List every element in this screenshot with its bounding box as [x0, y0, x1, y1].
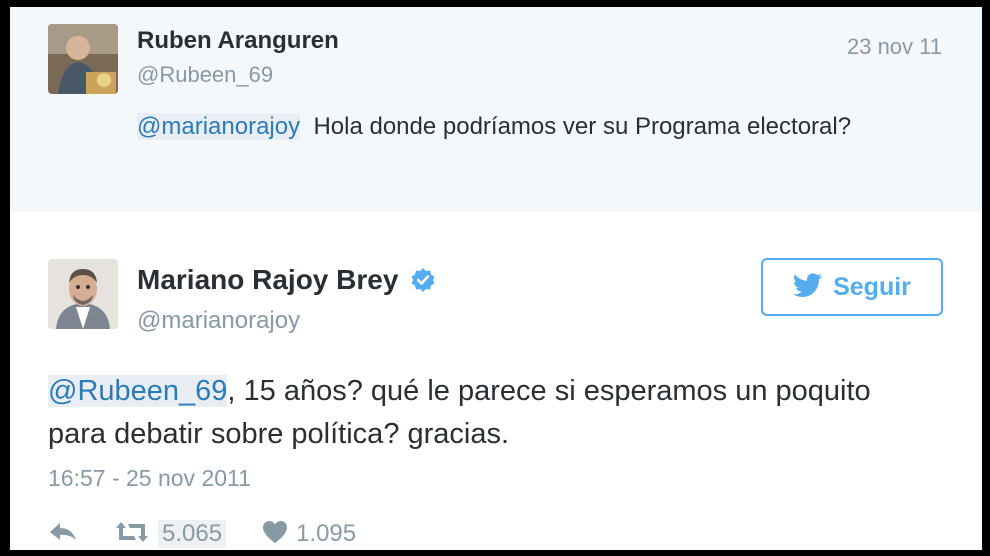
mention-link[interactable]: @Rubeen_69	[48, 375, 228, 407]
author-name-row: Mariano Rajoy Brey	[137, 264, 436, 296]
retweet-button[interactable]: 5.065	[114, 520, 227, 549]
main-tweet: Mariano Rajoy Brey @marianorajoy Seguir …	[10, 212, 982, 550]
author-handle[interactable]: @marianorajoy	[137, 307, 300, 335]
retweet-count: 5.065	[158, 520, 227, 548]
verified-badge-icon	[410, 267, 436, 293]
reply-button[interactable]	[48, 520, 78, 549]
retweet-icon	[114, 520, 150, 549]
author-avatar[interactable]	[48, 24, 118, 94]
mention-link[interactable]: @marianorajoy	[137, 113, 301, 140]
tweet-actions: 5.065 1.095	[48, 517, 392, 550]
tweet-date[interactable]: 23 nov 11	[847, 34, 942, 60]
tweet-body: Hola donde podríamos ver su Programa ele…	[313, 113, 852, 140]
like-count: 1.095	[296, 520, 357, 547]
like-button[interactable]: 1.095	[262, 520, 356, 549]
tweet-frame: Ruben Aranguren @Rubeen_69 23 nov 11 @ma…	[10, 7, 982, 550]
author-handle[interactable]: @Rubeen_69	[137, 62, 273, 88]
heart-icon	[262, 520, 288, 549]
author-name[interactable]: Mariano Rajoy Brey	[137, 264, 398, 296]
follow-label: Seguir	[833, 272, 911, 301]
tweet-text: @Rubeen_69, 15 años? qué le parece si es…	[48, 370, 928, 456]
twitter-bird-icon	[793, 272, 823, 302]
author-avatar[interactable]	[48, 259, 118, 329]
tweet-timestamp[interactable]: 16:57 - 25 nov 2011	[48, 465, 251, 492]
follow-button[interactable]: Seguir	[761, 258, 943, 316]
reply-arrow-icon	[48, 520, 78, 549]
author-name[interactable]: Ruben Aranguren	[137, 27, 339, 55]
reply-tweet: Ruben Aranguren @Rubeen_69 23 nov 11 @ma…	[10, 7, 982, 212]
tweet-text: @marianorajoy Hola donde podríamos ver s…	[137, 110, 897, 144]
